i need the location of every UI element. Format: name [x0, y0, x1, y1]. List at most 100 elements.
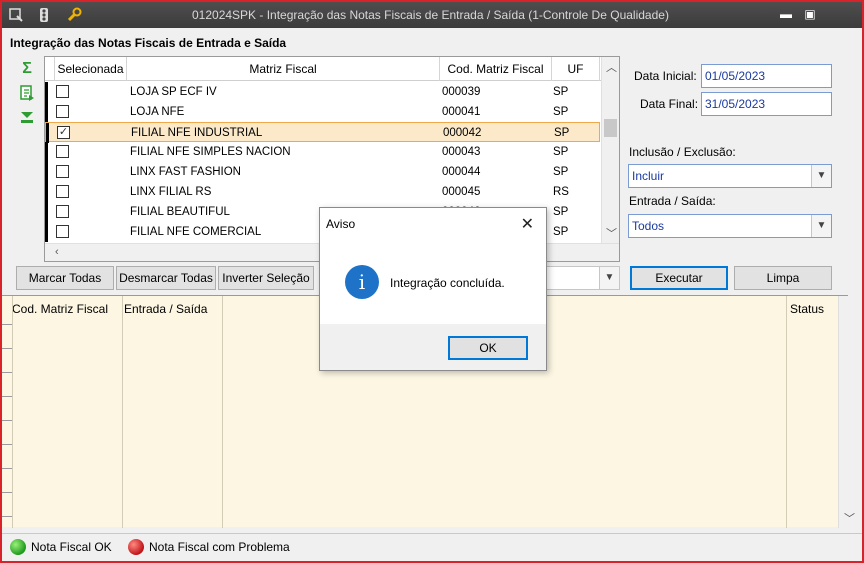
marcar-todas-button[interactable]: Marcar Todas	[16, 266, 114, 290]
traffic-light-icon[interactable]	[36, 7, 52, 23]
row-checkbox[interactable]	[56, 165, 69, 178]
table-row[interactable]: LOJA SP ECF IV 000039 SP	[45, 82, 600, 102]
row-checkbox[interactable]	[56, 205, 69, 218]
legend-ok-label: Nota Fiscal OK	[31, 540, 112, 554]
inclusao-exclusao-label: Inclusão / Exclusão:	[629, 145, 736, 159]
application-window: 012024SPK - Integração das Notas Fiscais…	[0, 0, 864, 563]
column-header-uf[interactable]: UF	[552, 57, 600, 81]
matriz-fiscal-cell: LINX FAST FASHION	[130, 166, 241, 178]
inverter-selecao-button[interactable]: Inverter Seleção	[218, 266, 314, 290]
scroll-down-icon[interactable]: ﹀	[606, 225, 617, 241]
cod-matriz-fiscal-cell: 000039	[442, 86, 481, 98]
table-row[interactable]: FILIAL NFE SIMPLES NACION 000043 SP	[45, 142, 600, 162]
row-checkbox[interactable]	[56, 225, 69, 238]
column-header-selecionada[interactable]: Selecionada	[55, 57, 127, 81]
chevron-down-icon[interactable]: ▼	[599, 267, 619, 289]
uf-cell: SP	[553, 106, 569, 118]
scroll-left-icon[interactable]: ‹	[55, 246, 59, 258]
column-header-matriz-fiscal[interactable]: Matriz Fiscal	[127, 57, 440, 81]
header-indicator	[45, 57, 55, 81]
row-tick	[2, 396, 12, 397]
chevron-down-icon[interactable]: ▼	[811, 165, 831, 187]
column-header-cod-matriz-fiscal[interactable]: Cod. Matriz Fiscal	[12, 302, 108, 316]
row-indicator	[45, 182, 48, 202]
matriz-fiscal-cell: FILIAL NFE SIMPLES NACION	[130, 146, 291, 158]
red-status-icon	[128, 539, 144, 555]
inclusao-exclusao-select[interactable]: Incluir ▼	[628, 164, 832, 188]
row-tick	[2, 420, 12, 421]
entrada-saida-label: Entrada / Saída:	[629, 194, 716, 208]
grid-vertical-scrollbar[interactable]: ︿ ﹀	[601, 57, 619, 243]
uf-cell: RS	[553, 186, 569, 198]
scroll-down-icon[interactable]: ﹀	[844, 510, 855, 526]
uf-cell: SP	[553, 146, 569, 158]
matriz-fiscal-cell: LOJA NFE	[130, 106, 185, 118]
column-header-entrada-saida[interactable]: Entrada / Saída	[124, 302, 207, 316]
column-header-status[interactable]: Status	[790, 302, 824, 316]
data-final-label: Data Final:	[640, 97, 699, 111]
desmarcar-todas-button[interactable]: Desmarcar Todas	[116, 266, 216, 290]
uf-cell: SP	[553, 86, 569, 98]
result-grid-scrollbar[interactable]: ﹀	[838, 296, 858, 528]
row-checkbox[interactable]	[56, 145, 69, 158]
scroll-thumb[interactable]	[604, 119, 617, 137]
cod-matriz-fiscal-cell: 000042	[443, 127, 482, 139]
uf-cell: SP	[553, 166, 569, 178]
row-indicator	[45, 202, 48, 222]
entrada-saida-select[interactable]: Todos ▼	[628, 214, 832, 238]
row-indicator	[45, 82, 48, 102]
table-row[interactable]: LINX FILIAL RS 000045 RS	[45, 182, 600, 202]
chevron-down-icon[interactable]: ▼	[811, 215, 831, 237]
row-tick	[2, 516, 12, 517]
close-icon[interactable]: ✕	[521, 214, 534, 234]
grid-header: Selecionada Matriz Fiscal Cod. Matriz Fi…	[45, 57, 619, 81]
row-indicator	[46, 123, 49, 143]
row-indicator	[45, 102, 48, 122]
uf-cell: SP	[553, 226, 569, 238]
table-row[interactable]: ✓ FILIAL NFE INDUSTRIAL 000042 SP	[45, 122, 600, 143]
row-tick	[2, 324, 12, 325]
inclusao-exclusao-value: Incluir	[632, 169, 665, 183]
row-checkbox[interactable]	[56, 185, 69, 198]
column-divider	[786, 296, 787, 528]
wrench-icon[interactable]	[66, 7, 82, 23]
column-divider	[122, 296, 123, 528]
matriz-fiscal-cell: FILIAL NFE INDUSTRIAL	[131, 127, 263, 139]
maximize-button[interactable]: ▣	[802, 7, 818, 21]
column-divider	[222, 296, 223, 528]
limpa-button[interactable]: Limpa	[734, 266, 832, 290]
row-indicator	[45, 222, 48, 242]
entrada-saida-value: Todos	[632, 219, 665, 233]
cod-matriz-fiscal-cell: 000044	[442, 166, 481, 178]
row-tick	[2, 444, 12, 445]
uf-cell: SP	[554, 127, 570, 139]
row-tick	[2, 372, 12, 373]
dialog-title: Aviso	[326, 217, 356, 231]
export-icon[interactable]	[18, 84, 36, 102]
window-title: 012024SPK - Integração das Notas Fiscais…	[192, 8, 669, 22]
green-status-icon	[10, 539, 26, 555]
hidden-select[interactable]: ▼	[542, 266, 620, 290]
column-header-cod-matriz-fiscal[interactable]: Cod. Matriz Fiscal	[440, 57, 552, 81]
minimize-button[interactable]: ▬	[778, 7, 794, 21]
data-inicial-field[interactable]: 01/05/2023	[701, 64, 832, 88]
filter-icon[interactable]	[18, 108, 36, 126]
row-checkbox[interactable]: ✓	[57, 126, 70, 139]
table-row[interactable]: LOJA NFE 000041 SP	[45, 102, 600, 122]
legend-problem-label: Nota Fiscal com Problema	[149, 540, 290, 554]
row-checkbox[interactable]	[56, 85, 69, 98]
scroll-up-icon[interactable]: ︿	[606, 59, 617, 75]
ok-button[interactable]: OK	[448, 336, 528, 360]
matriz-fiscal-cell: LINX FILIAL RS	[130, 186, 212, 198]
legend-bar: Nota Fiscal OK Nota Fiscal com Problema	[2, 533, 862, 561]
table-row[interactable]: LINX FAST FASHION 000044 SP	[45, 162, 600, 182]
dialog-message: Integração concluída.	[390, 276, 505, 290]
cod-matriz-fiscal-cell: 000041	[442, 106, 481, 118]
aviso-dialog: Aviso ✕ i Integração concluída. OK	[319, 207, 547, 371]
data-final-field[interactable]: 31/05/2023	[701, 92, 832, 116]
executar-button[interactable]: Executar	[630, 266, 728, 290]
row-checkbox[interactable]	[56, 105, 69, 118]
sum-icon[interactable]: Σ	[18, 60, 36, 78]
row-tick	[2, 468, 12, 469]
app-menu-icon[interactable]	[8, 7, 24, 23]
